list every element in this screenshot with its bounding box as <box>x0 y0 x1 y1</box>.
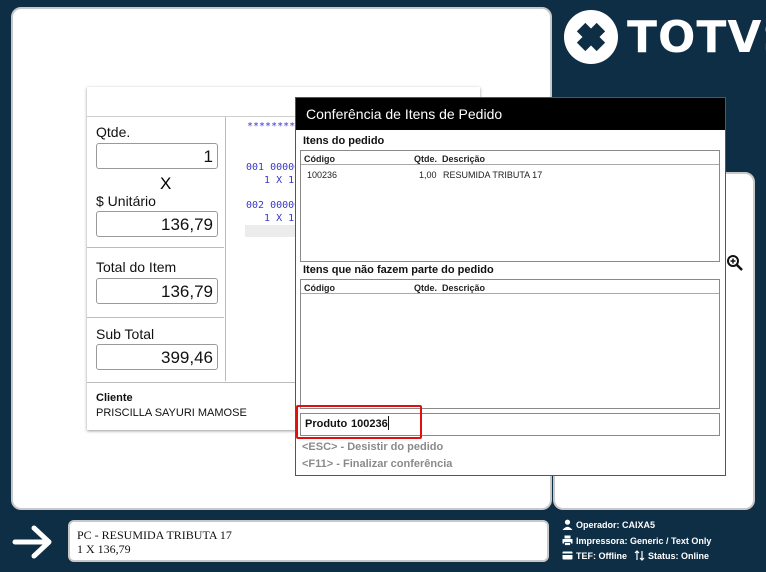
connection-status: Status: Online <box>634 550 709 561</box>
col-codigo: Código <box>304 283 335 293</box>
divider <box>87 247 224 248</box>
sync-arrows-icon <box>634 550 645 561</box>
item-total-label: Total do Item <box>96 259 177 275</box>
message-box: PC - RESUMIDA TRIBUTA 17 1 X 136,79 <box>68 520 549 562</box>
extra-items-grid[interactable]: Código Qtde. Descrição <box>300 279 720 409</box>
receipt-line: 001 00000 <box>246 162 301 173</box>
order-items-heading: Itens do pedido <box>303 135 385 147</box>
subtotal-field: 399,46 <box>96 344 218 370</box>
divider <box>87 382 295 383</box>
arrow-right-icon <box>12 525 52 559</box>
col-codigo: Código <box>304 154 335 164</box>
dialog-title: Conferência de Itens de Pedido <box>296 98 725 130</box>
unit-price-label: $ Unitário <box>96 193 156 209</box>
status-text: Status: Online <box>648 550 710 561</box>
card-icon <box>562 551 573 560</box>
tef-text: TEF: Offline <box>576 550 627 561</box>
f11-hint[interactable]: <F11> - Finalizar conferência <box>302 458 452 470</box>
unit-price-field[interactable]: 136,79 <box>96 211 218 237</box>
subtotal-label: Sub Total <box>96 326 155 342</box>
esc-hint[interactable]: <ESC> - Desistir do pedido <box>302 441 443 453</box>
receipt-line: 002 00000 <box>246 200 301 211</box>
times-sign: X <box>160 174 172 193</box>
order-check-dialog: Conferência de Itens de Pedido Itens do … <box>295 97 726 476</box>
receipt-line: 1 X 1 <box>246 213 295 224</box>
grid-header-line <box>301 164 719 165</box>
printer-icon <box>562 535 573 546</box>
col-qtde: Qtde. <box>414 154 438 164</box>
extra-items-heading: Itens que não fazem parte do pedido <box>303 264 494 276</box>
operator-status: Operador: CAIXA5 <box>562 519 655 530</box>
customer-name: PRISCILLA SAYURI MAMOSE <box>96 407 247 419</box>
totvs-logo: TOTVS <box>563 9 766 65</box>
customer-label: Cliente <box>96 392 133 404</box>
totvs-logo-icon <box>564 10 618 64</box>
item-descricao[interactable]: RESUMIDA TRIBUTA 17 <box>443 170 542 180</box>
divider <box>225 117 226 381</box>
printer-status: Impressora: Generic / Text Only <box>562 535 711 546</box>
zoom-in-icon[interactable] <box>726 254 744 272</box>
message-line: 1 X 136,79 <box>77 542 131 556</box>
col-descricao: Descrição <box>442 283 486 293</box>
divider <box>87 317 224 318</box>
item-total-field: 136,79 <box>96 278 218 304</box>
product-highlight <box>296 405 422 439</box>
printer-text: Impressora: Generic / Text Only <box>576 535 712 546</box>
col-qtde: Qtde. <box>414 283 438 293</box>
receipt-separator: ********* <box>247 121 302 132</box>
grid-header-line <box>301 293 719 294</box>
col-descricao: Descrição <box>442 154 486 164</box>
operator-text: Operador: CAIXA5 <box>576 519 656 530</box>
user-icon <box>562 519 573 530</box>
tef-status: TEF: Offline <box>562 550 627 561</box>
item-codigo[interactable]: 100236 <box>307 170 337 180</box>
qtde-field[interactable]: 1 <box>96 143 218 169</box>
order-items-grid[interactable]: Código Qtde. Descrição 100236 1,00 RESUM… <box>300 150 720 262</box>
receipt-line: 1 X 1 <box>246 175 295 186</box>
message-line: PC - RESUMIDA TRIBUTA 17 <box>77 528 232 542</box>
item-qtde[interactable]: 1,00 <box>419 170 437 180</box>
qtde-label: Qtde. <box>96 124 131 140</box>
brand-name: TOTVS <box>627 11 766 63</box>
